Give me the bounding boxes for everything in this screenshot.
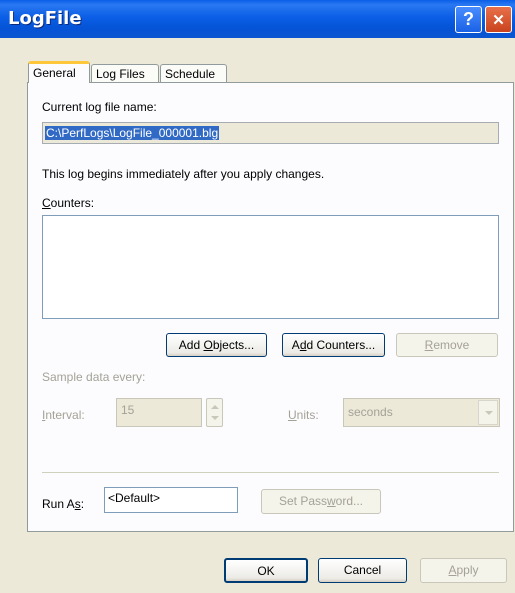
add-counters-button[interactable]: Add Counters... — [282, 333, 385, 357]
units-select[interactable]: seconds — [343, 398, 500, 427]
window-title: LogFile — [8, 8, 82, 29]
separator — [42, 472, 499, 473]
current-log-field[interactable]: C:\PerfLogs\LogFile_000001.blg — [42, 122, 499, 144]
tab-label: Log Files — [96, 67, 145, 81]
current-log-label: Current log file name: — [42, 100, 157, 114]
run-as-label: Run As: — [42, 497, 85, 511]
tab-label: General — [33, 66, 76, 80]
close-icon: ✕ — [492, 12, 505, 29]
chevron-down-icon — [485, 411, 493, 415]
set-password-button[interactable]: Set Password... — [261, 489, 381, 514]
tab-schedule[interactable]: Schedule — [160, 64, 227, 83]
current-log-value: C:\PerfLogs\LogFile_000001.blg — [45, 126, 220, 140]
apply-button[interactable]: Apply — [420, 558, 507, 583]
begins-text: This log begins immediately after you ap… — [42, 167, 325, 181]
spin-up-icon[interactable] — [211, 405, 219, 409]
title-bar[interactable]: LogFile ? ✕ — [0, 0, 515, 38]
tab-log-files[interactable]: Log Files — [91, 64, 159, 83]
run-as-field[interactable]: <Default> — [104, 487, 238, 513]
dropdown-arrow-button[interactable] — [478, 400, 498, 425]
help-button[interactable]: ? — [455, 6, 482, 33]
ok-button[interactable]: OK — [224, 558, 308, 583]
run-as-value: <Default> — [108, 491, 161, 505]
add-objects-button[interactable]: Add Objects... — [166, 333, 267, 357]
spin-down-icon[interactable] — [211, 416, 219, 420]
tab-label: Schedule — [165, 67, 216, 81]
units-label: Units: — [288, 408, 319, 422]
remove-button[interactable]: Remove — [396, 333, 498, 357]
interval-label: Interval: — [42, 408, 85, 422]
help-icon: ? — [463, 9, 474, 29]
logfile-dialog: LogFile ? ✕ General Log Files Schedule C… — [0, 0, 515, 593]
cancel-button[interactable]: Cancel — [318, 558, 407, 583]
counters-list[interactable] — [42, 215, 499, 319]
sample-data-label: Sample data every: — [42, 370, 146, 384]
close-button[interactable]: ✕ — [485, 6, 512, 33]
tab-general[interactable]: General — [28, 61, 90, 83]
interval-value: 15 — [121, 403, 135, 417]
units-value: seconds — [348, 405, 393, 419]
interval-field[interactable]: 15 — [116, 398, 202, 427]
counters-label: Counters: — [42, 196, 95, 210]
interval-spinner[interactable] — [206, 398, 223, 427]
general-tab-panel: Current log file name: C:\PerfLogs\LogFi… — [27, 82, 514, 532]
